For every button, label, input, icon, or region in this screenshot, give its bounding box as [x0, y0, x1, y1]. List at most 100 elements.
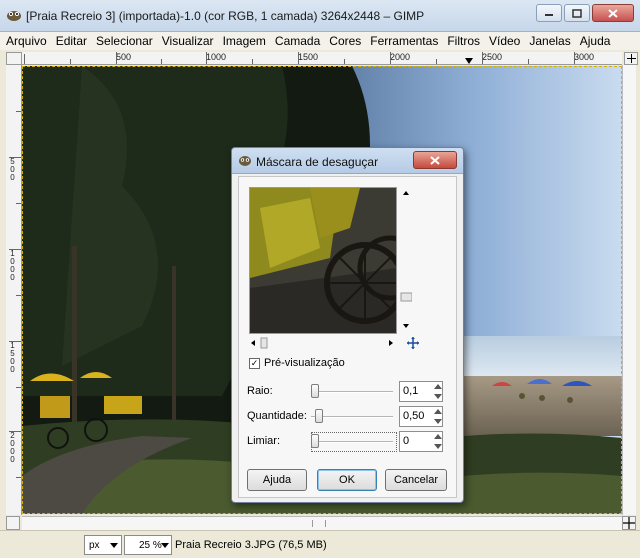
ruler-label-text: 500 — [8, 157, 17, 181]
preview-scroll-arrows — [400, 191, 413, 328]
ruler-label-text: 1000 — [8, 249, 17, 281]
preview-image — [250, 188, 396, 333]
window-title: [Praia Recreio 3] (importada)-1.0 (cor R… — [26, 9, 425, 23]
zoom-value: 25 % — [139, 539, 162, 551]
menu-ferramentas[interactable]: Ferramentas — [370, 34, 438, 48]
radius-value: 0,1 — [403, 385, 419, 397]
ruler-vertical[interactable]: 500 1000 1500 2000 — [6, 65, 22, 515]
chevron-down-icon[interactable] — [434, 418, 442, 424]
close-icon — [430, 155, 440, 165]
ruler-label: 2000 — [390, 52, 411, 62]
gimp-icon — [7, 11, 21, 21]
scroll-grip[interactable] — [312, 520, 326, 527]
menu-cores[interactable]: Cores — [329, 34, 361, 48]
statusbar: px 25 % Praia Recreio 3.JPG (76,5 MB) — [0, 530, 640, 558]
radius-row: Raio: 0,1 — [245, 381, 449, 403]
chevron-up-icon[interactable] — [434, 434, 442, 440]
gimp-icon — [239, 156, 251, 166]
quick-mask-button[interactable] — [6, 516, 20, 530]
ruler-label: 2500 — [482, 52, 503, 62]
chevron-down-icon[interactable] — [434, 443, 442, 449]
ruler-corner[interactable] — [6, 52, 22, 65]
menu-visualizar[interactable]: Visualizar — [162, 34, 214, 48]
ruler-label: 500 — [8, 157, 17, 183]
unsharp-mask-dialog: Máscara de desaguçar ✓ Pré-visualização … — [231, 147, 464, 503]
ruler-horizontal[interactable]: 500 1000 1500 2000 2500 3000 — [22, 52, 622, 65]
ruler-label: 500 — [116, 52, 132, 62]
dialog-body: ✓ Pré-visualização Raio: 0,1 Quantidade:… — [238, 176, 457, 498]
ruler-label: 1500 — [8, 341, 17, 375]
minimize-button[interactable] — [536, 4, 562, 22]
navigate-icon — [626, 54, 636, 63]
amount-value: 0,50 — [403, 410, 425, 422]
radius-spin-buttons[interactable] — [433, 382, 443, 401]
maximize-icon — [572, 8, 582, 18]
menu-video[interactable]: Vídeo — [489, 34, 520, 48]
radius-slider-thumb[interactable] — [311, 384, 319, 398]
amount-label: Quantidade: — [247, 410, 307, 422]
close-icon — [608, 8, 618, 18]
ruler-label: 1000 — [8, 249, 17, 283]
chevron-up-icon[interactable] — [434, 409, 442, 415]
dialog-title: Máscara de desaguçar — [256, 155, 379, 169]
menu-camada[interactable]: Camada — [275, 34, 320, 48]
window-titlebar: [Praia Recreio 3] (importada)-1.0 (cor R… — [0, 0, 640, 32]
pointer-marker-icon — [465, 58, 473, 64]
amount-row: Quantidade: 0,50 — [245, 406, 449, 428]
radius-label: Raio: — [247, 385, 273, 397]
chevron-down-icon — [161, 543, 169, 548]
menu-selecionar[interactable]: Selecionar — [96, 34, 153, 48]
preview-vertical-scrollbar[interactable] — [400, 187, 413, 334]
preview-checkbox-label: Pré-visualização — [264, 357, 345, 369]
navigate-icon — [623, 517, 635, 529]
menu-ajuda[interactable]: Ajuda — [580, 34, 611, 48]
navigate-button[interactable] — [624, 52, 638, 65]
move-icon[interactable] — [407, 337, 419, 349]
ruler-label: 2000 — [8, 431, 17, 465]
menu-janelas[interactable]: Janelas — [529, 34, 570, 48]
threshold-slider-thumb[interactable] — [311, 434, 319, 448]
preview-hscroll-arrows — [251, 337, 393, 349]
cancel-button[interactable]: Cancelar — [385, 469, 447, 491]
amount-spin-buttons[interactable] — [433, 407, 443, 426]
ruler-label: 3000 — [574, 52, 595, 62]
threshold-spin-buttons[interactable] — [433, 432, 443, 451]
unit-select[interactable]: px — [84, 535, 122, 555]
close-button[interactable] — [592, 4, 634, 22]
status-info: Praia Recreio 3.JPG (76,5 MB) — [175, 539, 327, 551]
preview-horizontal-scrollbar[interactable] — [249, 337, 397, 349]
ruler-label-text: 1500 — [8, 341, 17, 373]
chevron-down-icon[interactable] — [434, 393, 442, 399]
menu-editar[interactable]: Editar — [56, 34, 87, 48]
menu-arquivo[interactable]: Arquivo — [6, 34, 47, 48]
amount-slider-thumb[interactable] — [315, 409, 323, 423]
preview-toggle[interactable]: ✓ Pré-visualização — [249, 357, 345, 369]
preview-checkbox[interactable]: ✓ — [249, 357, 260, 369]
ruler-label: 1000 — [206, 52, 227, 62]
radius-slider[interactable] — [311, 391, 393, 393]
help-button[interactable]: Ajuda — [247, 469, 307, 491]
ok-button[interactable]: OK — [317, 469, 377, 491]
chevron-down-icon — [110, 543, 118, 548]
minimize-icon — [545, 14, 553, 16]
amount-slider[interactable] — [311, 416, 393, 418]
dialog-titlebar[interactable]: Máscara de desaguçar — [232, 148, 463, 174]
vertical-scrollbar[interactable] — [622, 65, 636, 515]
dialog-close-button[interactable] — [413, 151, 457, 169]
threshold-value: 0 — [403, 435, 410, 447]
ruler-label-text: 2000 — [8, 431, 17, 463]
threshold-label: Limiar: — [247, 435, 281, 447]
horizontal-scrollbar[interactable] — [22, 516, 622, 530]
window-controls — [536, 4, 634, 22]
threshold-slider[interactable] — [311, 441, 393, 443]
menu-filtros[interactable]: Filtros — [447, 34, 480, 48]
zoom-select[interactable]: 25 % — [124, 535, 172, 555]
ruler-label: 1500 — [298, 52, 319, 62]
chevron-up-icon[interactable] — [434, 384, 442, 390]
preview-area[interactable] — [249, 187, 397, 334]
maximize-button[interactable] — [564, 4, 590, 22]
navigate-zoom-button[interactable] — [622, 516, 636, 530]
menubar: Arquivo Editar Selecionar Visualizar Ima… — [0, 32, 640, 50]
threshold-row: Limiar: 0 — [245, 431, 449, 453]
menu-imagem[interactable]: Imagem — [223, 34, 266, 48]
